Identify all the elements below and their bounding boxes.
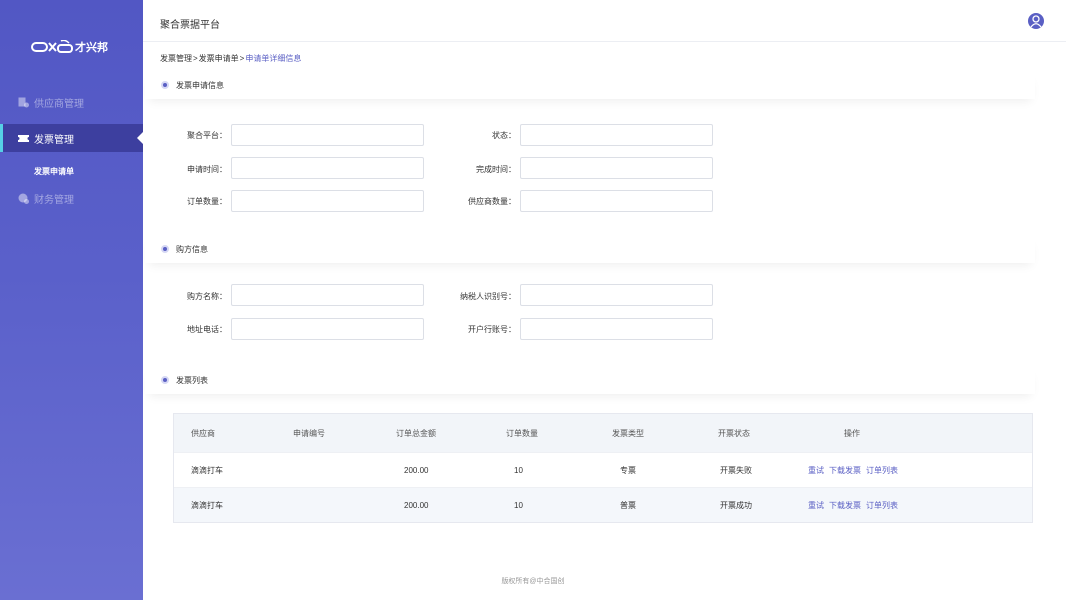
bank-account-input[interactable] [520,318,713,340]
download-invoice-link[interactable]: 下载发票 [829,500,861,511]
sidebar-item-label: 供应商管理 [34,98,84,110]
logo-text: 才兴邦 [75,42,108,54]
bullet-icon [161,245,169,253]
breadcrumb-item-request[interactable]: 发票申请单 [199,54,239,63]
section-title: 发票申请信息 [176,80,224,90]
tax-id-input[interactable] [520,284,713,306]
cell-actions: 重试 下载发票 订单列表 [808,488,903,522]
user-avatar-icon[interactable] [1028,13,1044,29]
apply-time-input[interactable] [231,157,424,179]
table-row: 滴滴打车 200.00 10 专票 开票失败 重试 下载发票 订单列表 [174,452,1032,487]
order-count-label: 订单数量： [187,197,227,206]
finish-time-input[interactable] [520,157,713,179]
breadcrumb-separator: > [239,54,245,63]
cell-type: 普票 [620,500,636,510]
table-row: 滴滴打车 200.00 10 普票 开票成功 重试 下载发票 订单列表 [174,487,1032,522]
section-invoice-info: 发票申请信息 [145,71,1035,99]
address-phone-label: 地址电话： [187,325,227,334]
sidebar-item-label: 发票管理 [34,134,74,146]
logo-mark-icon [31,40,73,53]
sidebar-item-invoice[interactable]: 发票管理 [0,124,143,152]
sidebar-item-supplier[interactable]: 供应商管理 [0,88,143,116]
order-list-link[interactable]: 订单列表 [866,500,898,511]
finance-icon [18,193,29,204]
column-header-status: 开票状态 [718,428,750,438]
breadcrumb-separator: > [193,54,198,63]
order-count-input[interactable] [231,190,424,212]
cell-supplier: 滴滴打车 [191,465,223,475]
finish-time-label: 完成时间： [476,165,516,174]
status-label: 状态： [492,131,516,140]
section-title: 发票列表 [176,375,208,385]
cell-status: 开票失败 [720,465,752,475]
tax-id-label: 纳税人识别号： [460,292,516,301]
buyer-name-label: 购方名称： [187,292,227,301]
column-header-type: 发票类型 [612,428,644,438]
supplier-icon [18,97,29,107]
cell-amount: 200.00 [404,465,429,475]
cell-amount: 200.00 [404,500,429,510]
breadcrumb: 发票管理>发票申请单>申请单详细信息 [160,53,301,64]
app-title: 聚合票据平台 [160,20,220,31]
cell-status: 开票成功 [720,500,752,510]
table-header: 供应商 申请编号 订单总金额 订单数量 发票类型 开票状态 操作 [174,414,1032,452]
section-title: 购方信息 [176,244,208,254]
platform-label: 聚合平台： [187,131,227,140]
sidebar-item-label: 财务管理 [34,194,74,206]
column-header-count: 订单数量 [506,428,538,438]
column-header-supplier: 供应商 [191,428,215,438]
retry-link[interactable]: 重试 [808,465,824,476]
section-invoice-list: 发票列表 [145,366,1035,394]
supplier-count-input[interactable] [520,190,713,212]
column-header-actions: 操作 [844,428,860,438]
column-header-amount: 订单总金额 [396,428,436,438]
footer-copyright: 版权所有@中合国创 [501,578,565,585]
logo: 才兴邦 [31,38,113,56]
apply-time-label: 申请时间： [187,165,227,174]
order-list-link[interactable]: 订单列表 [866,465,898,476]
cell-actions: 重试 下载发票 订单列表 [808,453,903,487]
sidebar: 才兴邦 供应商管理 发票管理 发票申请单 财务管理 [0,0,143,600]
sidebar-subitem-invoice-request[interactable]: 发票申请单 [34,166,74,177]
column-header-apply-no: 申请编号 [293,428,325,438]
invoice-icon [18,134,29,142]
supplier-count-label: 供应商数量： [468,197,516,206]
top-header: 聚合票据平台 [143,0,1066,42]
bullet-icon [161,81,169,89]
download-invoice-link[interactable]: 下载发票 [829,465,861,476]
invoice-table: 供应商 申请编号 订单总金额 订单数量 发票类型 开票状态 操作 滴滴打车 20… [173,413,1033,523]
cell-supplier: 滴滴打车 [191,500,223,510]
cell-count: 10 [514,465,523,475]
status-input[interactable] [520,124,713,146]
section-buyer-info: 购方信息 [145,235,1035,263]
retry-link[interactable]: 重试 [808,500,824,511]
bank-account-label: 开户行账号： [468,325,516,334]
bullet-icon [161,376,169,384]
buyer-name-input[interactable] [231,284,424,306]
address-phone-input[interactable] [231,318,424,340]
breadcrumb-current: 申请单详细信息 [245,54,302,63]
cell-type: 专票 [620,465,636,475]
platform-input[interactable] [231,124,424,146]
sidebar-item-finance[interactable]: 财务管理 [0,184,143,212]
cell-count: 10 [514,500,523,510]
breadcrumb-item-invoice[interactable]: 发票管理 [160,54,192,63]
